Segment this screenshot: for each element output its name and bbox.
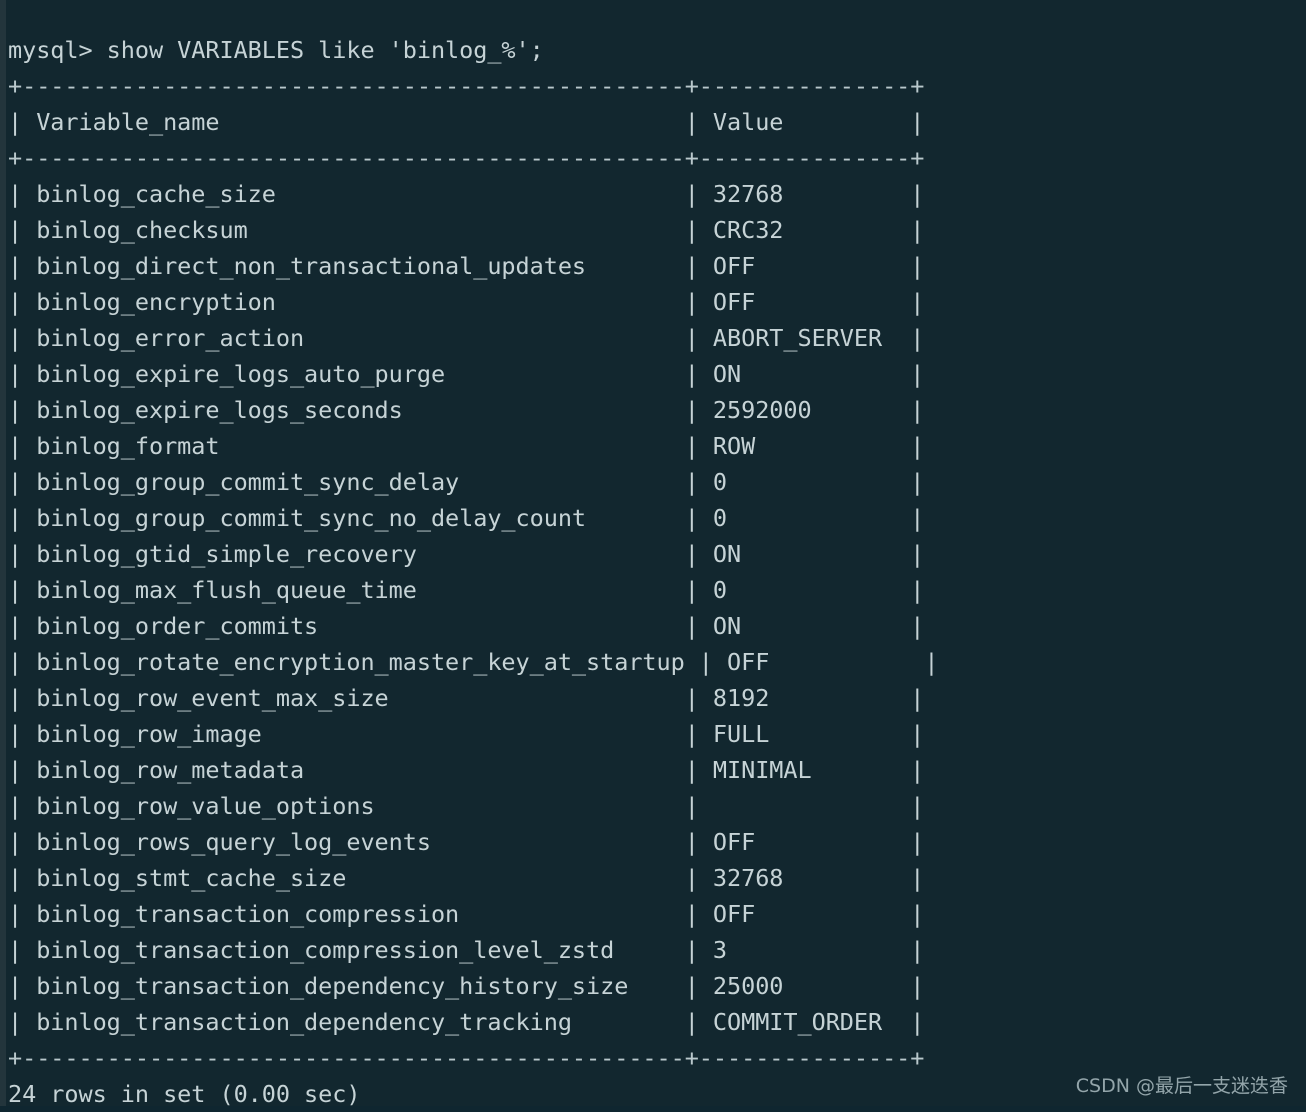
table-row: | binlog_error_action | ABORT_SERVER | xyxy=(8,323,925,352)
table-rule-top: +---------------------------------------… xyxy=(8,71,925,100)
table-row: | binlog_encryption | OFF | xyxy=(8,287,925,316)
table-row: | binlog_row_metadata | MINIMAL | xyxy=(8,755,925,784)
table-rule-header: +---------------------------------------… xyxy=(8,143,925,172)
table-row: | binlog_row_value_options | | xyxy=(8,791,925,820)
table-row: | binlog_max_flush_queue_time | 0 | xyxy=(8,575,925,604)
table-row: | binlog_cache_size | 32768 | xyxy=(8,179,925,208)
table-row: | binlog_stmt_cache_size | 32768 | xyxy=(8,863,925,892)
table-row: | binlog_transaction_dependency_history_… xyxy=(8,971,925,1000)
terminal-output: mysql> show VARIABLES like 'binlog_%'; +-… xyxy=(8,32,1306,1112)
table-row: | binlog_transaction_dependency_tracking… xyxy=(8,1007,925,1036)
table-header-row: | Variable_name | Value | xyxy=(8,107,925,136)
table-row: | binlog_checksum | CRC32 | xyxy=(8,215,925,244)
terminal-window[interactable]: mysql> show VARIABLES like 'binlog_%'; +-… xyxy=(0,0,1306,1108)
table-row: | binlog_transaction_compression | OFF | xyxy=(8,899,925,928)
csdn-watermark: CSDN @最后一支迷迭香 xyxy=(1075,1075,1288,1097)
table-row: | binlog_group_commit_sync_no_delay_coun… xyxy=(8,503,925,532)
table-row: | binlog_expire_logs_auto_purge | ON | xyxy=(8,359,925,388)
table-row: | binlog_order_commits | ON | xyxy=(8,611,925,640)
table-row: | binlog_format | ROW | xyxy=(8,431,925,460)
table-row: | binlog_row_event_max_size | 8192 | xyxy=(8,683,925,712)
table-row: | binlog_expire_logs_seconds | 2592000 | xyxy=(8,395,925,424)
table-row: | binlog_row_image | FULL | xyxy=(8,719,925,748)
table-row: | binlog_gtid_simple_recovery | ON | xyxy=(8,539,925,568)
prompt-line: mysql> show VARIABLES like 'binlog_%'; xyxy=(8,35,544,64)
table-row: | binlog_direct_non_transactional_update… xyxy=(8,251,925,280)
table-row: | binlog_transaction_compression_level_z… xyxy=(8,935,925,964)
table-row: | binlog_rows_query_log_events | OFF | xyxy=(8,827,925,856)
terminal-edge-strip xyxy=(0,0,6,1106)
table-row: | binlog_group_commit_sync_delay | 0 | xyxy=(8,467,925,496)
table-row: | binlog_rotate_encryption_master_key_at… xyxy=(8,647,939,676)
